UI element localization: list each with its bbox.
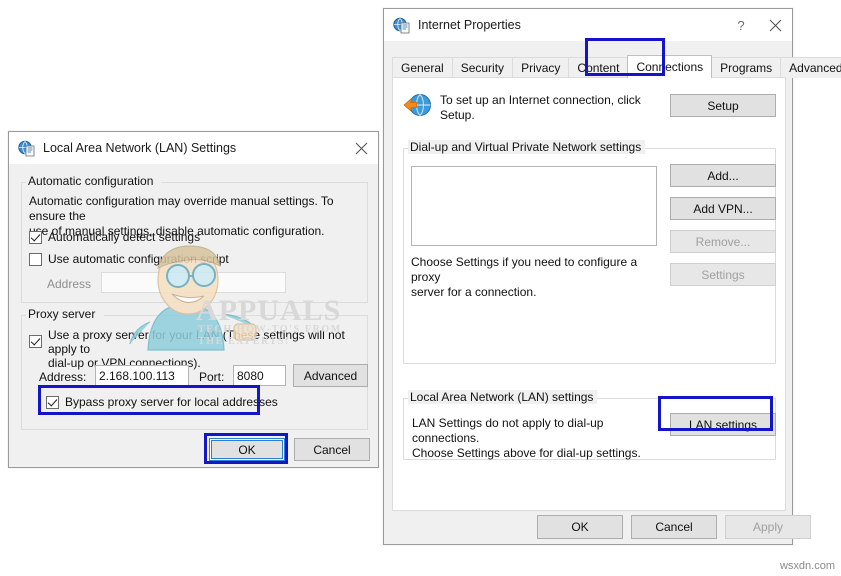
ip-ok-button[interactable]: OK [537,515,623,539]
checkbox-box [29,335,42,348]
dialup-hint-line1: Choose Settings if you need to configure… [411,255,638,284]
corner-site-tag: wsxdn.com [779,560,835,572]
ip-cancel-button[interactable]: Cancel [631,515,717,539]
lan-group-line-right [577,398,775,399]
checkbox-box [29,231,42,244]
auto-config-line-right [162,182,367,183]
ip-apply-button-label: Apply [752,520,784,534]
proxy-address-value: 2.168.100.113 [99,368,175,383]
screenshot-root: Internet Properties ? General Security P… [0,0,841,576]
internet-properties-tabs: General Security Privacy Content Connect… [392,55,841,78]
setup-button[interactable]: Setup [670,94,776,117]
add-button[interactable]: Add... [670,164,776,187]
tab-security[interactable]: Security [451,57,514,78]
proxy-line-right [104,315,367,316]
internet-properties-title: Internet Properties [418,18,521,32]
close-icon[interactable] [344,133,378,163]
lan-hint-line2: Choose Settings above for dial-up settin… [412,446,641,460]
lan-hint-line1: LAN Settings do not apply to dial-up con… [412,416,604,445]
remove-button: Remove... [670,230,776,253]
lan-settings-title: Local Area Network (LAN) Settings [43,141,237,155]
lan-cancel-button[interactable]: Cancel [294,438,370,461]
add-button-label: Add... [707,168,739,183]
checkbox-box [46,396,59,409]
checkbox-box [29,253,42,266]
tab-programs-label: Programs [720,61,773,75]
bypass-proxy-checkbox[interactable]: Bypass proxy server for local addresses [46,395,278,409]
proxy-address-label: Address: [39,370,87,384]
setup-description-line2: Setup. [440,108,475,122]
lan-settings-button[interactable]: LAN settings [670,413,776,436]
tab-advanced-label: Advanced [789,61,841,75]
ip-apply-button: Apply [725,515,811,539]
dialup-settings-button: Settings [670,263,776,286]
auto-config-group-label: Automatic configuration [26,174,158,188]
dialup-settings-button-label: Settings [701,267,745,282]
proxy-advanced-button[interactable]: Advanced [293,364,368,387]
setup-description: To set up an Internet connection, click … [440,93,680,123]
lan-settings-titlebar[interactable]: Local Area Network (LAN) Settings [9,132,378,164]
auto-config-description-line1: Automatic configuration may override man… [29,194,334,223]
lan-hint: LAN Settings do not apply to dial-up con… [412,416,662,461]
setup-description-line1: To set up an Internet connection, click [440,93,641,107]
lan-settings-button-label: LAN settings [688,417,758,432]
use-proxy-server-label-line1: Use a proxy server for your LAN (These s… [48,328,345,356]
tab-programs[interactable]: Programs [711,57,782,78]
auto-config-address-input [101,272,286,293]
internet-properties-titlebar[interactable]: Internet Properties ? [384,9,792,41]
auto-detect-settings-label: Automatically detect settings [48,230,201,244]
proxy-advanced-button-label: Advanced [303,368,358,383]
remove-button-label: Remove... [695,234,751,249]
tab-advanced[interactable]: Advanced [780,57,841,78]
dialup-hint-line2: server for a connection. [411,285,537,299]
tab-general-label: General [401,61,444,75]
group-line-right [636,148,775,149]
tab-security-label: Security [460,61,505,75]
tab-connections-label: Connections [636,60,704,74]
use-auto-config-script-checkbox[interactable]: Use automatic configuration script [29,252,229,266]
lan-cancel-button-label: Cancel [313,442,351,457]
lan-group-label: Local Area Network (LAN) settings [408,390,598,404]
auto-config-address-label: Address [47,277,92,291]
proxy-port-label: Port: [199,370,225,384]
tab-privacy-label: Privacy [521,61,561,75]
globe-arrow-icon [403,92,433,120]
proxy-port-value: 8080 [237,368,264,383]
auto-detect-settings-checkbox[interactable]: Automatically detect settings [29,230,200,244]
tab-privacy[interactable]: Privacy [512,57,570,78]
globe-page-icon [18,140,35,157]
lan-ok-button-label: OK [238,442,256,457]
tab-content[interactable]: Content [568,57,629,78]
help-button[interactable]: ? [724,10,758,40]
add-vpn-button-label: Add VPN... [693,201,753,216]
proxy-port-input[interactable]: 8080 [233,365,286,386]
proxy-server-group-label: Proxy server [26,307,100,321]
add-vpn-button[interactable]: Add VPN... [670,197,776,220]
tab-connections[interactable]: Connections [627,55,713,78]
bypass-proxy-label: Bypass proxy server for local addresses [65,395,278,409]
lan-ok-button[interactable]: OK [209,438,285,461]
proxy-address-input[interactable]: 2.168.100.113 [95,365,189,386]
dialup-hint: Choose Settings if you need to configure… [411,255,663,300]
use-auto-config-script-label: Use automatic configuration script [48,252,229,266]
tab-content-label: Content [577,61,620,75]
lan-settings-dialog: Local Area Network (LAN) Settings Automa… [8,131,379,468]
connections-tab-page: To set up an Internet connection, click … [392,77,786,511]
internet-properties-dialog: Internet Properties ? General Security P… [383,8,841,545]
dialup-connections-listbox[interactable] [411,166,657,246]
globe-page-icon [393,17,410,34]
ip-cancel-button-label: Cancel [655,520,693,534]
close-icon[interactable] [758,10,792,40]
dialup-group-label: Dial-up and Virtual Private Network sett… [408,140,646,154]
ip-ok-button-label: OK [571,520,589,534]
setup-button-label: Setup [707,98,739,113]
tab-general[interactable]: General [392,57,453,78]
